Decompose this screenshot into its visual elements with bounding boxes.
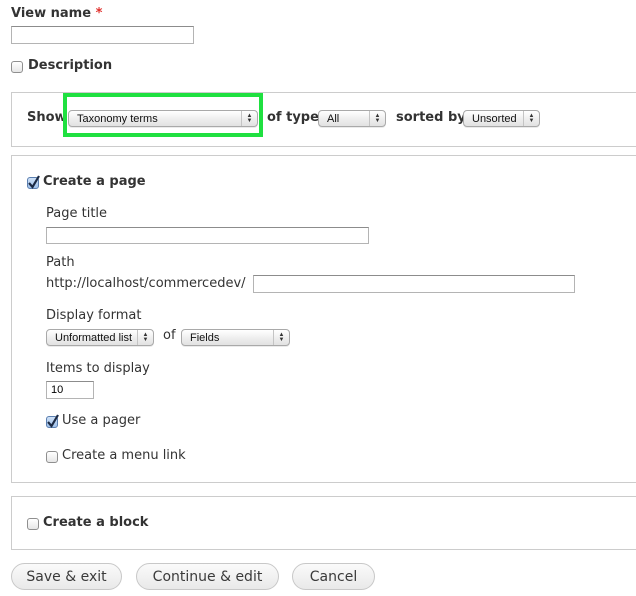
description-checkbox[interactable] (11, 61, 23, 73)
path-label: Path (46, 255, 75, 270)
view-name-label-text: View name (11, 6, 92, 21)
menu-link-label: Create a menu link (62, 448, 186, 463)
of-type-select-value: All (327, 112, 340, 125)
sorted-by-label: sorted by (396, 110, 466, 125)
items-to-display-label: Items to display (46, 361, 150, 376)
show-label: Show (27, 110, 67, 125)
use-pager-label: Use a pager (62, 413, 141, 428)
items-to-display-input[interactable] (46, 381, 94, 399)
path-prefix: http://localhost/commercedev/ (46, 276, 246, 291)
of-select[interactable]: Fields ▲ ▼ (181, 329, 290, 346)
of-label: of (163, 328, 176, 343)
save-exit-button[interactable]: Save & exit (11, 563, 122, 590)
show-select-value: Taxonomy terms (77, 112, 158, 125)
sorted-by-select[interactable]: Unsorted ▲ ▼ (463, 110, 540, 127)
cancel-button[interactable]: Cancel (292, 563, 375, 590)
select-arrows-icon: ▲ ▼ (523, 111, 539, 126)
select-arrows-icon: ▲ ▼ (137, 330, 153, 345)
sorted-by-select-value: Unsorted (472, 112, 517, 125)
display-format-select-value: Unformatted list (55, 331, 133, 344)
create-page-label: Create a page (43, 174, 146, 189)
use-pager-checkbox[interactable] (46, 414, 59, 428)
create-block-checkbox[interactable] (27, 518, 39, 530)
display-format-select[interactable]: Unformatted list ▲ ▼ (46, 329, 154, 346)
check-icon (47, 414, 59, 428)
show-select[interactable]: Taxonomy terms ▲ ▼ (68, 110, 258, 127)
select-arrows-icon: ▲ ▼ (241, 111, 257, 126)
select-arrows-icon: ▲ ▼ (369, 111, 385, 126)
required-marker: * (95, 6, 103, 21)
of-type-label: of type (267, 110, 319, 125)
path-input[interactable] (253, 275, 575, 293)
view-name-label: View name * (11, 6, 102, 21)
select-arrows-icon: ▲ ▼ (273, 330, 289, 345)
check-icon (28, 175, 40, 189)
page-title-input[interactable] (46, 227, 369, 244)
menu-link-checkbox[interactable] (46, 451, 58, 463)
of-select-value: Fields (190, 331, 220, 344)
description-label: Description (28, 58, 113, 73)
continue-edit-button[interactable]: Continue & edit (136, 563, 279, 590)
create-page-checkbox[interactable] (27, 175, 40, 189)
view-name-input[interactable] (11, 26, 194, 44)
page-title-label: Page title (46, 206, 108, 221)
of-type-select[interactable]: All ▲ ▼ (318, 110, 386, 127)
display-format-label: Display format (46, 308, 142, 323)
create-block-label: Create a block (43, 515, 149, 530)
